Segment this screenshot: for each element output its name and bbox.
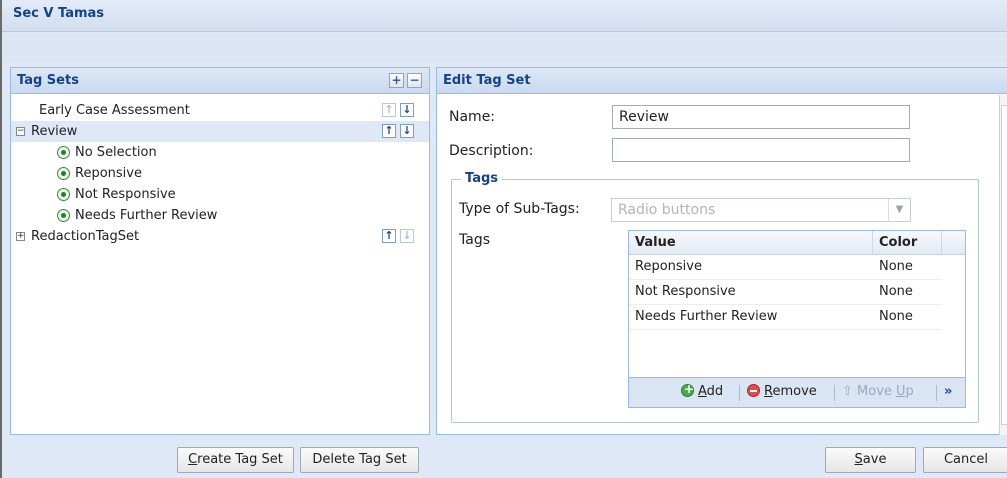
move-up-button-label: p bbox=[905, 384, 914, 399]
cell-value: Not Responsive bbox=[635, 284, 736, 299]
collapse-icon[interactable]: − bbox=[16, 127, 25, 136]
grid-header: Value Color bbox=[629, 231, 965, 255]
tag-sets-panel: Tag Sets + − Early Case Assessment ↑ ↓ −… bbox=[10, 67, 430, 435]
create-tag-set-button[interactable]: Create Tag Set bbox=[177, 447, 294, 473]
add-button[interactable]: Add bbox=[681, 382, 724, 399]
move-up-button-key: U bbox=[896, 384, 906, 399]
subtag-type-value: Radio buttons bbox=[618, 202, 716, 218]
remove-button[interactable]: Remove bbox=[747, 384, 817, 399]
radio-selected-icon bbox=[57, 167, 70, 180]
tree-item-label: Early Case Assessment bbox=[39, 103, 190, 118]
radio-selected-icon bbox=[57, 188, 70, 201]
move-down-arrow-icon[interactable]: ↓ bbox=[400, 103, 414, 117]
cell-color: None bbox=[879, 309, 913, 324]
tree-item-label: Review bbox=[31, 124, 78, 139]
tree-child-reponsive[interactable]: Reponsive bbox=[11, 163, 429, 184]
tree-child-needs-further-review[interactable]: Needs Further Review bbox=[11, 205, 429, 226]
description-label: Description: bbox=[449, 143, 534, 159]
name-label: Name: bbox=[449, 109, 496, 125]
subtag-type-label: Type of Sub-Tags: bbox=[459, 201, 580, 217]
tree-child-not-responsive[interactable]: Not Responsive bbox=[11, 184, 429, 205]
toolbar-separator bbox=[936, 385, 937, 401]
radio-selected-icon bbox=[57, 146, 70, 159]
more-icon[interactable]: » bbox=[944, 384, 952, 399]
name-input[interactable] bbox=[612, 105, 910, 129]
cell-value: Reponsive bbox=[635, 259, 702, 274]
description-input[interactable] bbox=[612, 138, 910, 162]
cell-color: None bbox=[879, 259, 913, 274]
tree-child-label: Not Responsive bbox=[75, 187, 176, 202]
cell-value: Needs Further Review bbox=[635, 309, 778, 324]
chevron-down-icon[interactable]: ▼ bbox=[888, 199, 910, 221]
tree-item-review[interactable]: − Review ↑ ↓ bbox=[11, 121, 429, 142]
expand-icon[interactable]: + bbox=[16, 232, 25, 241]
tag-sets-tree: Early Case Assessment ↑ ↓ − Review ↑ ↓ N… bbox=[11, 94, 429, 247]
create-tag-set-label: reate Tag Set bbox=[197, 452, 283, 467]
tags-legend: Tags bbox=[461, 171, 503, 186]
toolbar-separator bbox=[834, 385, 835, 401]
tree-item-early-case-assessment[interactable]: Early Case Assessment ↑ ↓ bbox=[11, 100, 429, 121]
add-button-key: A bbox=[698, 384, 707, 399]
add-button-label: dd bbox=[706, 384, 724, 399]
toolbar-separator bbox=[739, 385, 740, 401]
move-up-arrow-icon[interactable]: ↑ bbox=[382, 103, 396, 117]
move-up-button[interactable]: ⇧ Move Up bbox=[842, 384, 914, 399]
arrow-up-icon: ⇧ bbox=[842, 384, 858, 399]
save-button-key: S bbox=[854, 452, 863, 467]
window-title: Sec V Tamas bbox=[13, 6, 105, 21]
dialog-footer: Create Tag Set Delete Tag Set Save Cance… bbox=[2, 436, 1007, 478]
grid-toolbar: Add Remove ⇧ Move Up » bbox=[629, 377, 965, 407]
tree-child-label: No Selection bbox=[75, 145, 157, 160]
column-header-color[interactable]: Color bbox=[873, 231, 942, 255]
remove-icon bbox=[747, 384, 760, 397]
tree-child-label: Reponsive bbox=[75, 166, 142, 181]
tree-item-redaction-tag-set[interactable]: + RedactionTagSet ↑ ↓ bbox=[11, 226, 429, 247]
column-header-value[interactable]: Value bbox=[629, 231, 873, 255]
tag-set-window: Sec V Tamas Tag Sets + − Early Case Asse… bbox=[0, 0, 1007, 478]
radio-selected-icon bbox=[57, 209, 70, 222]
tags-label: Tags bbox=[459, 232, 490, 248]
subtag-type-combo[interactable]: Radio buttons ▼ bbox=[611, 198, 911, 222]
edit-tag-set-header: Edit Tag Set bbox=[437, 68, 1007, 94]
remove-button-label: emove bbox=[772, 384, 817, 399]
delete-tag-set-button[interactable]: Delete Tag Set bbox=[300, 447, 419, 473]
table-row[interactable]: Needs Further Review None bbox=[629, 305, 942, 330]
move-up-arrow-icon[interactable]: ↑ bbox=[382, 124, 396, 138]
scrollbar-thumb[interactable] bbox=[1001, 105, 1007, 425]
cancel-button[interactable]: Cancel bbox=[923, 447, 1007, 473]
tree-child-label: Needs Further Review bbox=[75, 208, 218, 223]
move-down-arrow-icon[interactable]: ↓ bbox=[400, 229, 414, 243]
cell-color: None bbox=[879, 284, 913, 299]
table-row[interactable]: Not Responsive None bbox=[629, 280, 942, 305]
save-button[interactable]: Save bbox=[825, 447, 916, 473]
tag-sets-header: Tag Sets + − bbox=[11, 68, 429, 94]
tree-item-label: RedactionTagSet bbox=[31, 229, 140, 244]
window-titlebar: Sec V Tamas bbox=[2, 0, 1007, 32]
table-row[interactable]: Reponsive None bbox=[629, 255, 942, 280]
vertical-scrollbar[interactable] bbox=[999, 95, 1007, 435]
minus-icon[interactable]: − bbox=[407, 73, 422, 88]
tags-grid: Value Color Reponsive None Not Responsiv… bbox=[628, 230, 966, 408]
tree-child-no-selection[interactable]: No Selection bbox=[11, 142, 429, 163]
plus-icon[interactable]: + bbox=[389, 73, 404, 88]
edit-tag-set-panel: Edit Tag Set Name: Description: Tags Typ… bbox=[436, 67, 1007, 435]
move-down-arrow-icon[interactable]: ↓ bbox=[400, 124, 414, 138]
move-up-arrow-icon[interactable]: ↑ bbox=[382, 229, 396, 243]
tag-sets-title: Tag Sets bbox=[17, 73, 79, 88]
save-button-label: ave bbox=[862, 452, 887, 467]
edit-tag-set-title: Edit Tag Set bbox=[443, 73, 531, 88]
window-toolbar-strip bbox=[2, 33, 1007, 63]
add-icon bbox=[681, 382, 694, 397]
create-tag-set-key: C bbox=[188, 452, 198, 467]
move-up-button-prefix: Move bbox=[857, 384, 897, 399]
